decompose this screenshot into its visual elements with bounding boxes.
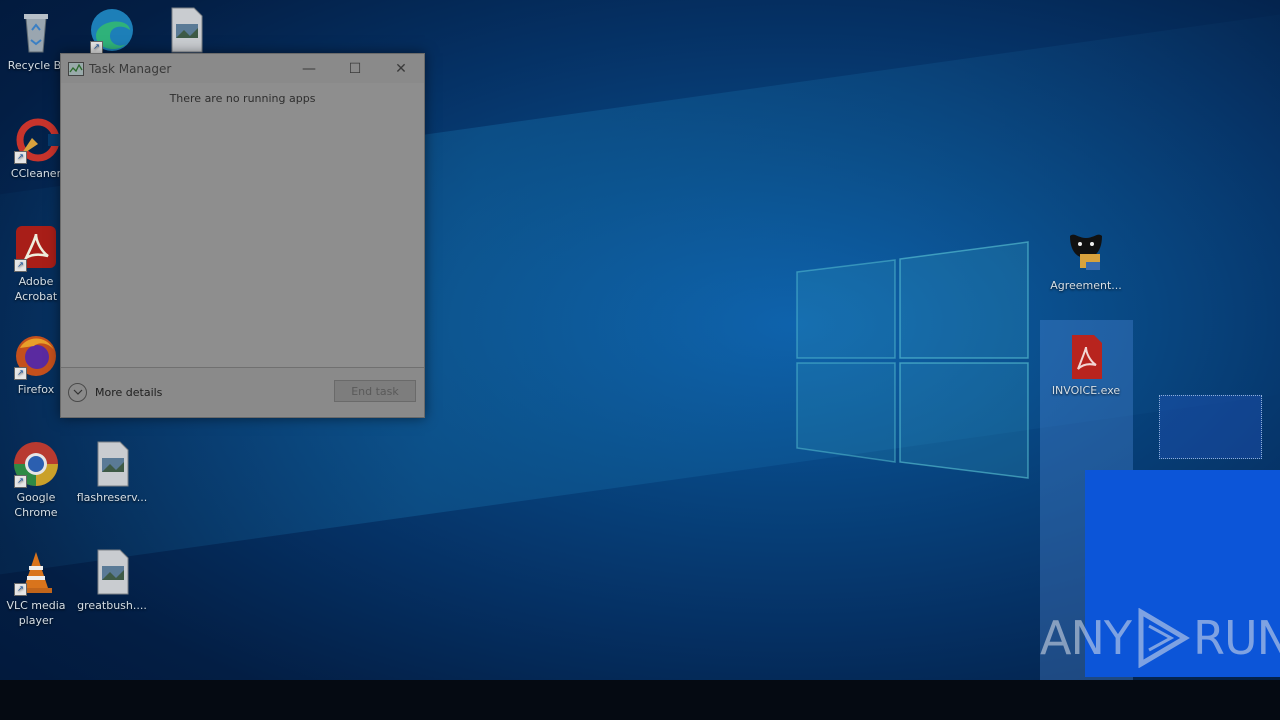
desktop-icon-greatbush[interactable]: greatbush.... xyxy=(76,548,148,613)
desktop-icon-flashreserv[interactable]: flashreserv... xyxy=(76,440,148,505)
desktop-icon-invoice-exe[interactable]: INVOICE.exe xyxy=(1050,333,1122,398)
window-footer: More details End task xyxy=(61,367,424,416)
desktop-icon-label: greatbush.... xyxy=(77,599,147,612)
watermark-left: ANY xyxy=(1040,611,1132,665)
desktop-icon-vlc[interactable]: ↗ VLC media player xyxy=(0,548,72,628)
taskbar[interactable] xyxy=(0,680,1280,720)
windows-logo-wallpaper xyxy=(796,241,1029,479)
anyrun-watermark: ANY RUN xyxy=(1040,608,1280,668)
maximize-button[interactable]: ☐ xyxy=(332,54,378,83)
desktop-icon-google-chrome[interactable]: ↗ Google Chrome xyxy=(0,440,72,520)
maximize-icon: ☐ xyxy=(348,60,362,77)
agreement-exe-icon xyxy=(1062,228,1110,276)
minimize-icon: — xyxy=(302,60,316,77)
close-button[interactable]: ✕ xyxy=(378,54,424,83)
recycle-bin-icon xyxy=(12,8,60,56)
desktop-icon-agreement[interactable]: Agreement... xyxy=(1050,228,1122,293)
task-manager-app-icon xyxy=(68,61,84,76)
chevron-down-icon xyxy=(68,382,87,402)
apps-list: There are no running apps xyxy=(61,83,424,367)
window-title: Task Manager xyxy=(89,61,172,76)
more-details-label: More details xyxy=(95,385,163,399)
invoice-pdf-icon xyxy=(1062,333,1110,381)
desktop-icon-label: INVOICE.exe xyxy=(1051,384,1121,397)
image-file-icon xyxy=(162,6,210,54)
image-file-icon xyxy=(88,548,136,596)
end-task-button[interactable]: End task xyxy=(334,380,416,402)
desktop-icon-label: Google Chrome xyxy=(14,491,58,519)
desktop-icon-image-file[interactable] xyxy=(150,6,222,56)
adobe-acrobat-icon: ↗ xyxy=(12,224,60,272)
vlc-cone-icon: ↗ xyxy=(12,548,60,596)
rubber-band-selection xyxy=(1159,395,1262,459)
firefox-icon: ↗ xyxy=(12,332,60,380)
title-bar[interactable]: Task Manager — ☐ ✕ xyxy=(61,54,424,83)
edge-icon: ↗ xyxy=(88,6,136,54)
chrome-icon: ↗ xyxy=(12,440,60,488)
image-file-icon xyxy=(88,440,136,488)
desktop-icon-label: VLC media player xyxy=(6,599,66,627)
watermark-right: RUN xyxy=(1192,611,1280,665)
desktop-icon-label: flashreserv... xyxy=(76,491,148,504)
close-icon: ✕ xyxy=(395,60,407,77)
more-details-toggle[interactable]: More details xyxy=(68,382,163,402)
desktop-icon-edge[interactable]: ↗ xyxy=(76,6,148,56)
play-icon xyxy=(1138,608,1190,668)
task-manager-window[interactable]: Task Manager — ☐ ✕ There are no running … xyxy=(60,53,425,418)
minimize-button[interactable]: — xyxy=(286,54,332,83)
desktop-icon-label: Agreement... xyxy=(1050,279,1122,292)
empty-apps-message: There are no running apps xyxy=(169,92,316,105)
ccleaner-icon: ↗ xyxy=(12,116,60,164)
